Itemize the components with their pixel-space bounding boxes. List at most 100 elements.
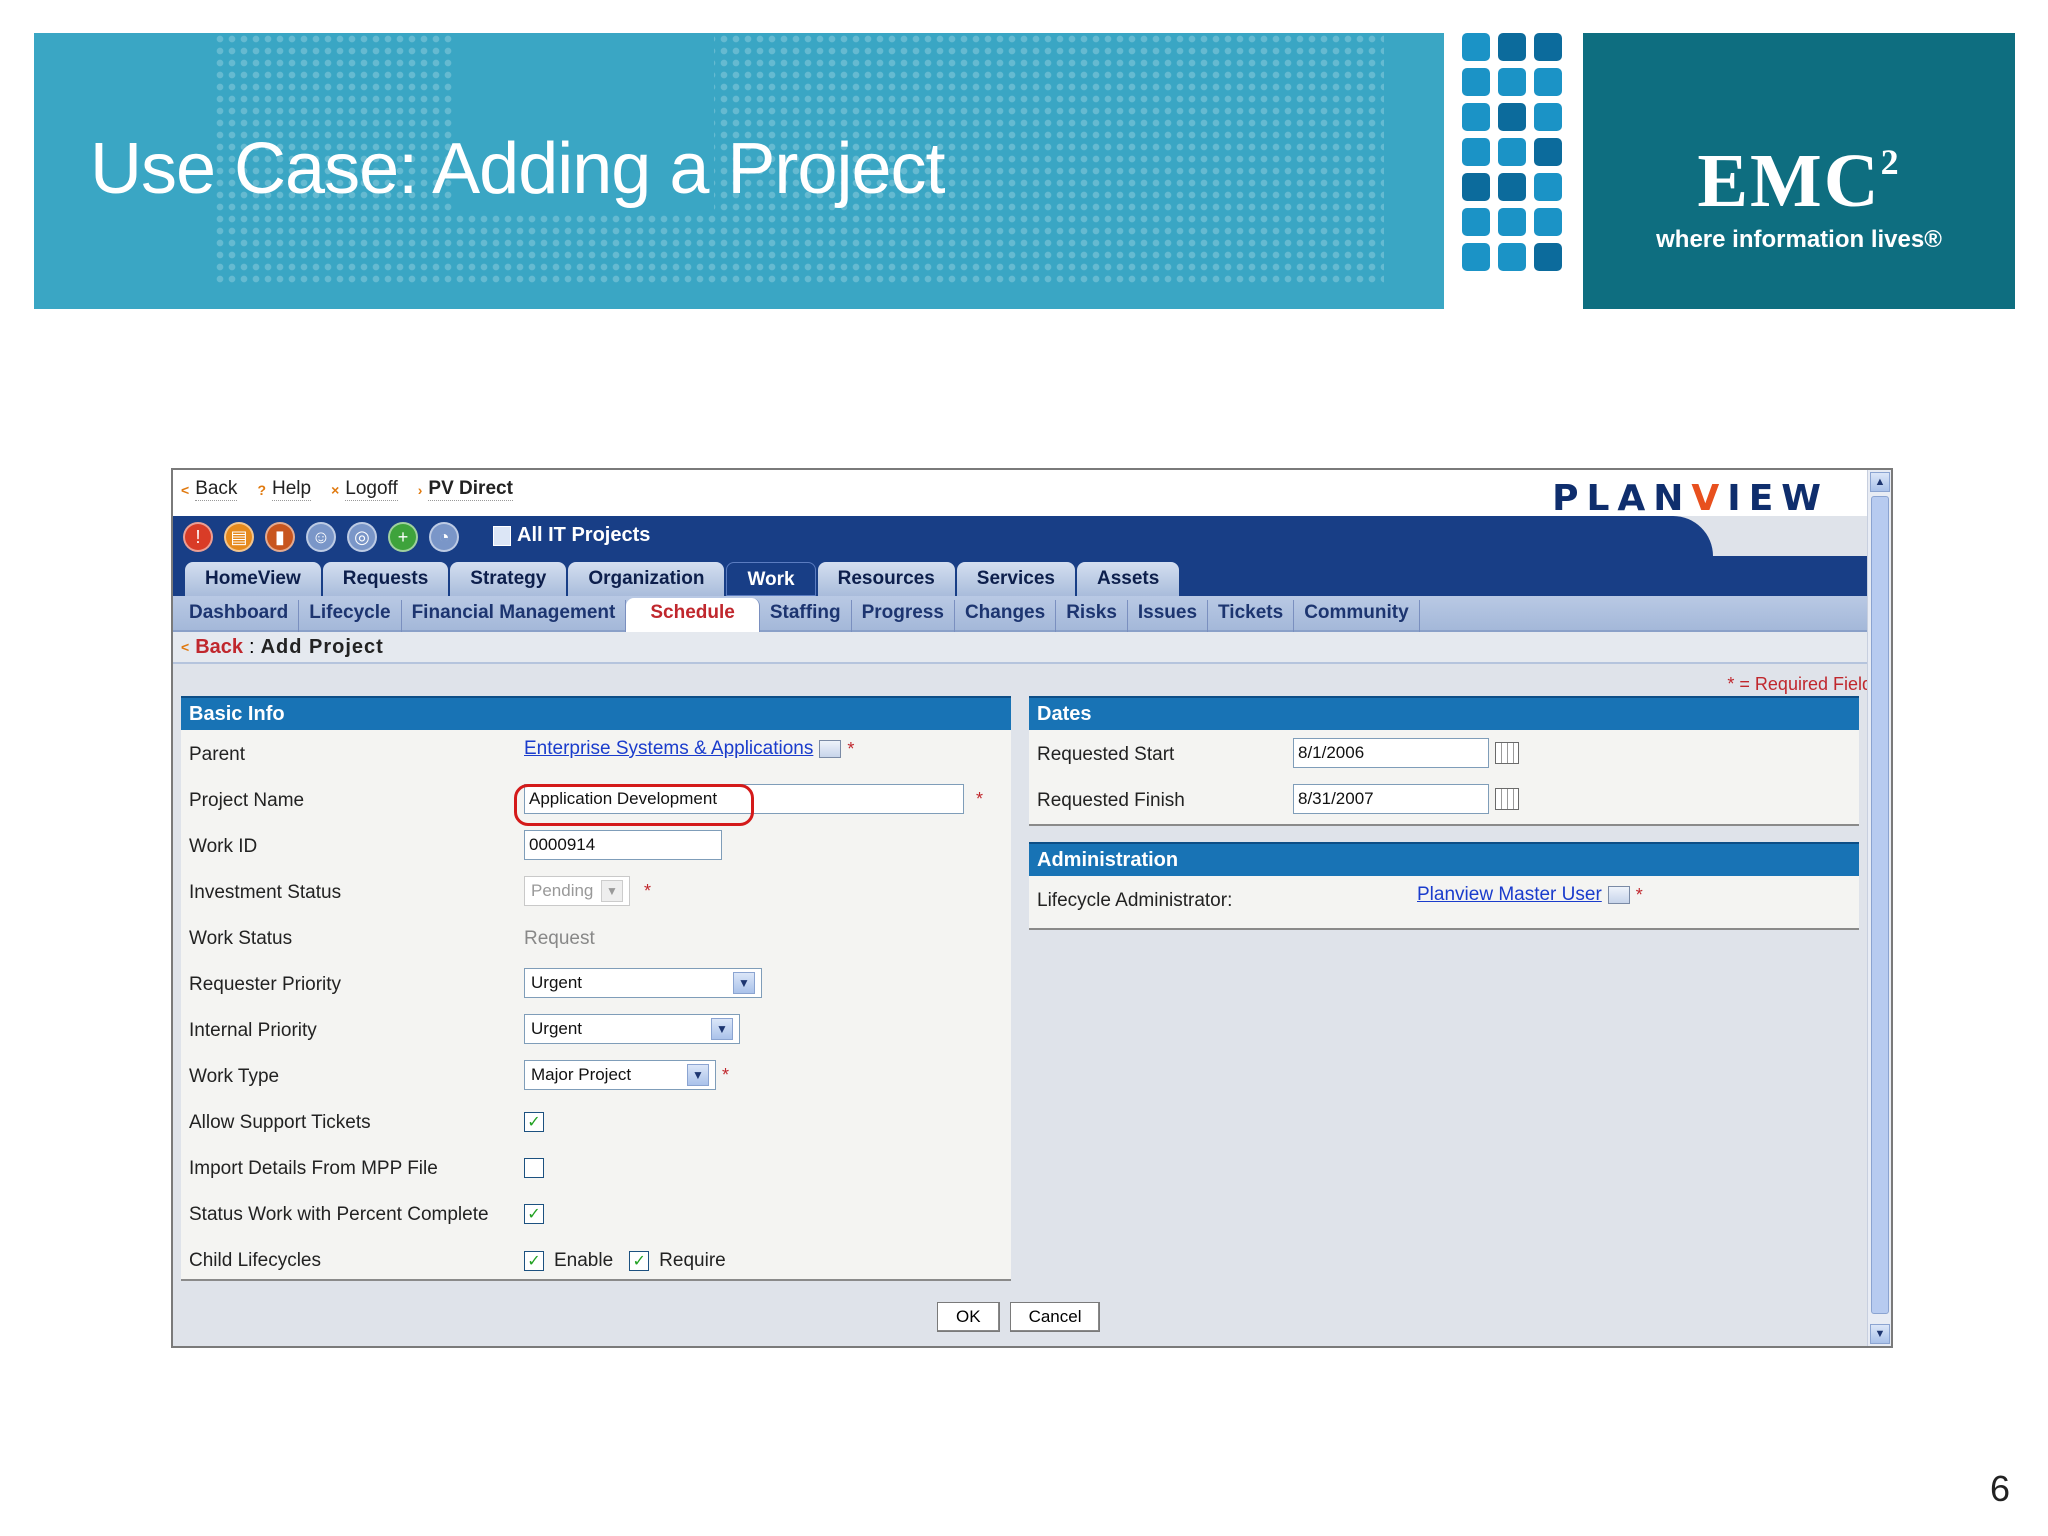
tab-assets[interactable]: Assets [1076,562,1180,596]
required-star: * [722,1064,730,1085]
emc-logo-block: EMC2 where information lives® [1583,33,2015,309]
chevron-down-icon: ▼ [711,1018,733,1040]
slide-title: Use Case: Adding a Project [90,129,945,209]
required-star: * [644,880,652,901]
required-star: * [1635,884,1643,905]
back-arrow-icon: < [181,481,190,498]
picker-icon[interactable] [1607,886,1630,904]
requester-priority-select[interactable]: Urgent ▼ [524,968,762,998]
requested-finish-input[interactable] [1293,784,1489,814]
requested-finish-label: Requested Finish [1037,790,1185,811]
all-projects-link[interactable]: All IT Projects [493,524,650,547]
basic-info-header: Basic Info [181,696,1011,730]
tab-homeview[interactable]: HomeView [185,562,321,596]
highlight-circle [514,784,754,826]
scroll-down-icon[interactable]: ▼ [1870,1324,1890,1344]
tab-resources[interactable]: Resources [817,562,955,596]
picker-icon[interactable] [819,740,842,758]
emc-tagline: where information lives® [1656,226,1942,253]
tab-requests[interactable]: Requests [322,562,449,596]
logoff-link[interactable]: × Logoff [331,478,398,501]
top-links: < Back ? Help × Logoff › PV Direct [181,478,513,501]
require-label: Require [659,1250,726,1271]
calendar-icon[interactable] [1495,788,1519,810]
investment-status-label: Investment Status [189,882,342,903]
tab-work[interactable]: Work [726,562,816,596]
alert-icon[interactable]: ! [183,522,213,552]
allow-support-tickets-checkbox[interactable]: ✓ [524,1112,544,1132]
chart-icon[interactable]: ▮ [265,522,295,552]
subtab-schedule[interactable]: Schedule [626,598,760,632]
title-banner: Use Case: Adding a Project [34,33,1444,309]
parent-label: Parent [189,744,245,765]
cancel-button[interactable]: Cancel [1009,1302,1101,1332]
back-link[interactable]: < Back [181,478,238,501]
logoff-icon: × [331,481,340,498]
parent-link[interactable]: Enterprise Systems & Applications [524,738,813,760]
subtab-dashboard[interactable]: Dashboard [179,600,300,632]
back-arrow-icon: < [181,639,190,655]
chevron-down-icon: ▼ [733,972,755,994]
enable-checkbox[interactable]: ✓ [524,1251,544,1271]
requested-start-input[interactable] [1293,738,1489,768]
subtab-changes[interactable]: Changes [955,600,1057,632]
globe-icon[interactable]: ◎ [347,522,377,552]
tab-organization[interactable]: Organization [568,562,725,596]
subtab-risks[interactable]: Risks [1056,600,1128,632]
subtab-financial-management[interactable]: Financial Management [402,600,627,632]
secondary-tabs: Dashboard Lifecycle Financial Management… [173,596,1869,632]
requester-priority-label: Requester Priority [189,974,342,995]
folder-icon[interactable]: ▤ [224,522,254,552]
child-lifecycles-label: Child Lifecycles [189,1250,321,1271]
scroll-thumb[interactable] [1871,496,1889,1314]
internal-priority-label: Internal Priority [189,1020,317,1041]
requester-priority-row: Requester Priority Urgent ▼ [181,962,1011,1008]
internal-priority-row: Internal Priority Urgent ▼ [181,1008,1011,1054]
subtab-issues[interactable]: Issues [1128,600,1209,632]
people-icon[interactable]: ☺ [306,522,336,552]
tab-services[interactable]: Services [956,562,1075,596]
subtab-lifecycle[interactable]: Lifecycle [299,600,402,632]
investment-status-row: Investment Status Pending ▼ * [181,870,1011,916]
vertical-scrollbar[interactable]: ▲ ▼ [1867,470,1891,1346]
investment-status-select: Pending ▼ [524,876,630,906]
basic-info-panel: Basic Info Parent Enterprise Systems & A… [181,696,1011,1281]
subtab-community[interactable]: Community [1294,600,1420,632]
allow-support-tickets-row: Allow Support Tickets ✓ [181,1100,1011,1146]
requested-finish-row: Requested Finish [1029,778,1859,824]
breadcrumb-back-link[interactable]: Back [195,636,243,659]
import-mpp-checkbox[interactable] [524,1158,544,1178]
lifecycle-admin-link[interactable]: Planview Master User [1417,884,1602,906]
decorative-tiles [1462,33,1570,309]
breadcrumb-separator: : [249,635,255,658]
requested-start-label: Requested Start [1037,744,1175,765]
calendar-icon[interactable] [1495,742,1519,764]
scroll-up-icon[interactable]: ▲ [1870,472,1890,492]
clock-icon[interactable]: ◔ [429,522,459,552]
tab-strategy[interactable]: Strategy [450,562,567,596]
ok-button[interactable]: OK [937,1302,1000,1332]
subtab-tickets[interactable]: Tickets [1208,600,1295,632]
require-checkbox[interactable]: ✓ [629,1251,650,1271]
administration-panel: Administration Lifecycle Administrator: … [1029,842,1859,930]
primary-tabs: HomeView Requests Strategy Organization … [173,556,1869,596]
work-status-value: Request [524,928,595,949]
help-link[interactable]: ? Help [257,478,312,501]
top-bar: < Back ? Help × Logoff › PV Direct PLANVIEW [173,470,1869,519]
dates-panel: Dates Requested Start Requested Finish [1029,696,1859,826]
help-icon: ? [257,481,266,498]
status-work-checkbox[interactable]: ✓ [524,1204,544,1224]
required-star: * [847,738,855,759]
work-type-select[interactable]: Major Project ▼ [524,1060,716,1090]
subtab-staffing[interactable]: Staffing [760,600,852,632]
subtab-progress[interactable]: Progress [852,600,955,632]
add-icon[interactable]: + [388,522,418,552]
pv-direct-link[interactable]: › PV Direct [418,478,513,501]
project-name-label: Project Name [189,790,305,811]
work-type-label: Work Type [189,1066,280,1087]
internal-priority-select[interactable]: Urgent ▼ [524,1014,740,1044]
work-id-input[interactable] [524,830,722,860]
requested-start-row: Requested Start [1029,732,1859,778]
status-work-label: Status Work with Percent Complete [189,1204,489,1225]
required-star: * [976,788,984,809]
